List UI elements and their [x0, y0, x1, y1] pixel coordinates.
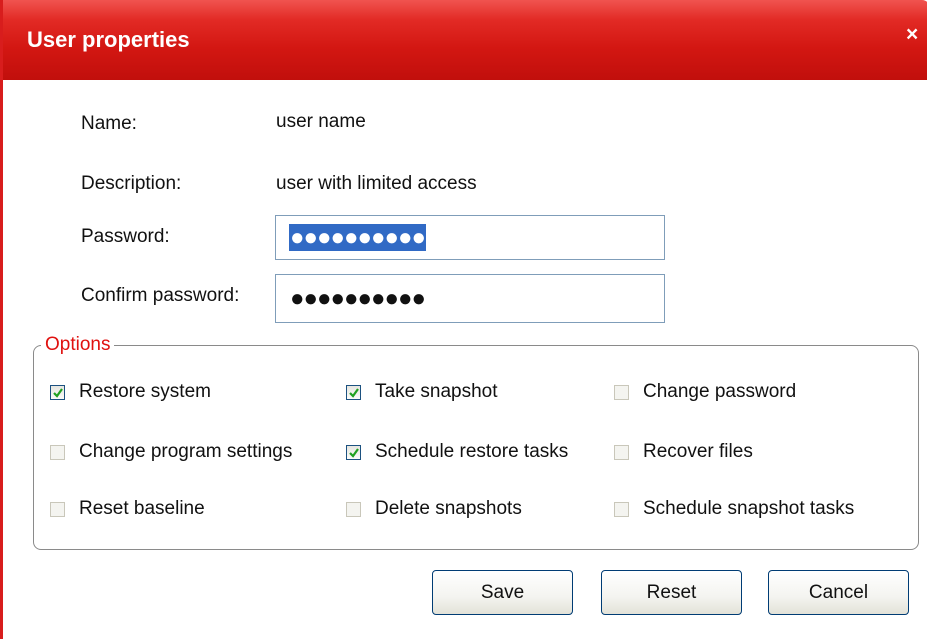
option-label[interactable]: Recover files [643, 441, 753, 463]
name-value: user name [276, 111, 366, 132]
option-checkbox[interactable] [614, 502, 629, 517]
checkmark-icon [349, 388, 359, 398]
option-checkbox[interactable] [346, 385, 361, 400]
checkmark-icon [349, 448, 359, 458]
option-label[interactable]: Restore system [79, 381, 211, 403]
checkmark-icon [53, 388, 63, 398]
dialog-title: User properties [27, 27, 190, 52]
save-button[interactable]: Save [432, 570, 573, 615]
close-icon[interactable]: × [906, 23, 918, 47]
user-properties-dialog: User properties × Name: user name Descri… [0, 0, 927, 639]
name-label: Name: [81, 113, 137, 134]
description-label: Description: [81, 173, 182, 194]
description-value: user with limited access [276, 173, 477, 194]
option-label[interactable]: Schedule snapshot tasks [643, 498, 854, 520]
title-bar[interactable]: User properties × [3, 0, 927, 80]
option-checkbox[interactable] [50, 445, 65, 460]
confirm-password-label: Confirm password: [81, 285, 240, 306]
option-label[interactable]: Schedule restore tasks [375, 441, 568, 463]
option-checkbox[interactable] [614, 445, 629, 460]
reset-button[interactable]: Reset [601, 570, 742, 615]
title-separator [6, 80, 927, 85]
option-checkbox[interactable] [346, 502, 361, 517]
option-label[interactable]: Change program settings [79, 441, 292, 463]
confirm-password-field[interactable]: ●●●●●●●●●● [275, 274, 665, 323]
option-label[interactable]: Change password [643, 381, 796, 403]
options-legend: Options [41, 334, 115, 356]
password-label: Password: [81, 226, 170, 247]
option-checkbox[interactable] [50, 385, 65, 400]
password-field[interactable]: ●●●●●●●●●● [275, 215, 665, 260]
option-checkbox[interactable] [346, 445, 361, 460]
option-checkbox[interactable] [614, 385, 629, 400]
option-label[interactable]: Delete snapshots [375, 498, 522, 520]
cancel-button[interactable]: Cancel [768, 570, 909, 615]
option-label[interactable]: Reset baseline [79, 498, 205, 520]
confirm-password-value: ●●●●●●●●●● [290, 285, 426, 312]
option-checkbox[interactable] [50, 502, 65, 517]
password-value: ●●●●●●●●●● [289, 224, 426, 251]
option-label[interactable]: Take snapshot [375, 381, 498, 403]
